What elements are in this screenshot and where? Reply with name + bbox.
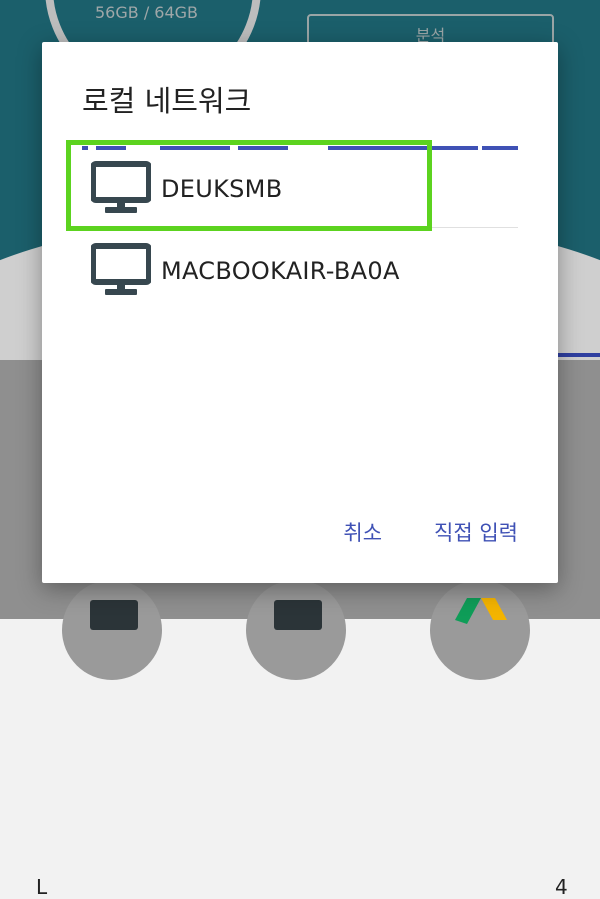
manual-input-button[interactable]: 직접 입력 (434, 517, 518, 547)
background-right-text: 4 (555, 875, 568, 899)
storage-usage-text: 56GB / 64GB (95, 3, 199, 22)
background-shortcut-circle (62, 580, 162, 680)
background-left-text: L (36, 875, 48, 899)
background-shortcut-circle (430, 580, 530, 680)
dialog-actions: 취소 직접 입력 (343, 517, 518, 547)
server-name: MACBOOKAIR-BA0A (161, 257, 400, 285)
drive-icon (455, 598, 507, 624)
computer-monitor-icon (91, 243, 151, 295)
server-item-macbookair[interactable]: MACBOOKAIR-BA0A (66, 234, 518, 308)
selection-highlight-box (66, 140, 432, 231)
folder-icon (90, 600, 138, 630)
local-network-dialog: 로컬 네트워크 DEUKSMB MACBOOKAIR-BA0A 취소 직접 입력 (42, 42, 558, 583)
background-tab-indicator (558, 353, 600, 357)
folder-icon (274, 600, 322, 630)
cancel-button[interactable]: 취소 (343, 517, 382, 547)
dialog-title: 로컬 네트워크 (82, 84, 252, 118)
background-shortcut-circle (246, 580, 346, 680)
